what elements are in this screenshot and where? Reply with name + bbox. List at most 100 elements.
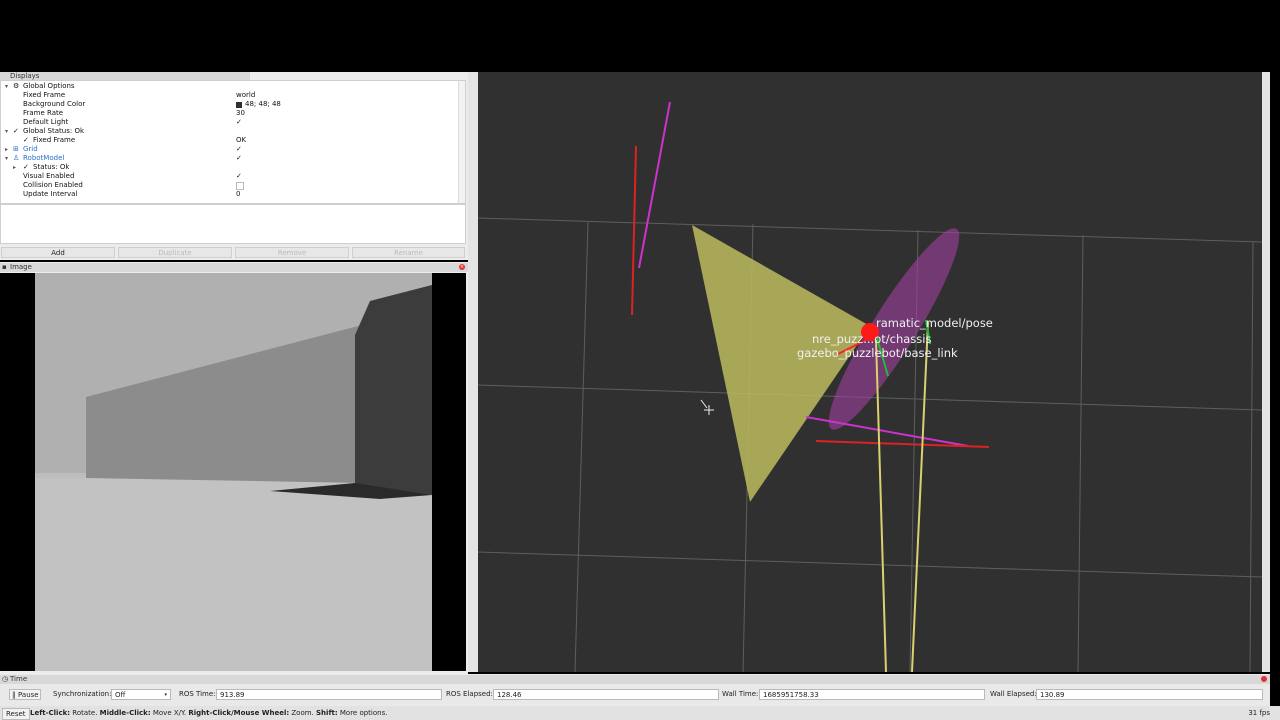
tree-label: Fixed Frame bbox=[33, 136, 76, 144]
tree-row-update-interval[interactable]: Update Interval 0 bbox=[1, 190, 463, 199]
magenta-axis-1 bbox=[638, 101, 671, 269]
image-panel-title: ▪ Image × bbox=[0, 263, 468, 272]
close-icon[interactable]: × bbox=[459, 264, 465, 270]
tree-label: Grid bbox=[23, 145, 38, 153]
displays-title-label: Displays bbox=[10, 72, 40, 80]
ros-elapsed-field[interactable]: 128.46 bbox=[493, 689, 719, 700]
displays-empty-area bbox=[0, 204, 466, 244]
image-title-label: Image bbox=[10, 263, 32, 271]
collapse-arrow-icon[interactable]: ▸ bbox=[5, 145, 8, 154]
chevron-down-icon: ▾ bbox=[164, 692, 167, 698]
3d-viewport[interactable]: ramatic_model/pose nre_puzz...ot/chassis… bbox=[477, 72, 1263, 673]
sync-label: Synchronization: bbox=[53, 690, 112, 698]
mouse-cursor-icon bbox=[700, 399, 714, 415]
tree-row-status-ok[interactable]: ▸ ✓ Status: Ok bbox=[1, 163, 463, 172]
frame-label-pose: ramatic_model/pose bbox=[876, 316, 993, 330]
tree-label: Global Options bbox=[23, 82, 75, 90]
checkbox[interactable]: ✓ bbox=[236, 172, 242, 181]
collapse-arrow-icon[interactable]: ▸ bbox=[13, 163, 16, 172]
time-panel-title: ◷ Time bbox=[0, 675, 1270, 684]
help-text: Left-Click: Rotate. Middle-Click: Move X… bbox=[30, 709, 388, 717]
status-bar: Reset Left-Click: Rotate. Middle-Click: … bbox=[0, 706, 1280, 720]
tree-value[interactable]: 0 bbox=[236, 190, 240, 199]
rename-button[interactable]: Rename bbox=[352, 247, 465, 258]
frame-label-base-link: gazebo_puzzlebot/base_link bbox=[797, 346, 958, 360]
image-panel: ▪ Image × bbox=[0, 262, 468, 674]
tree-value[interactable]: 48; 48; 48 bbox=[245, 100, 281, 109]
camera-scene bbox=[35, 273, 466, 671]
pause-icon: ‖ bbox=[12, 691, 16, 699]
pause-button[interactable]: ‖ Pause bbox=[9, 689, 41, 700]
tree-row-global-status[interactable]: ▾ ✓ Global Status: Ok bbox=[1, 127, 463, 136]
tree-row-frame-rate[interactable]: Frame Rate 30 bbox=[1, 109, 463, 118]
ros-time-label: ROS Time: bbox=[179, 690, 216, 698]
ros-elapsed-label: ROS Elapsed: bbox=[446, 690, 493, 698]
tree-row-fixed-frame-status[interactable]: ✓ Fixed Frame OK bbox=[1, 136, 463, 145]
tree-label: Global Status: Ok bbox=[23, 127, 85, 135]
ros-time-field[interactable]: 913.89 bbox=[216, 689, 442, 700]
tree-row-visual-enabled[interactable]: Visual Enabled ✓ bbox=[1, 172, 463, 181]
red-axis-2 bbox=[815, 440, 990, 448]
globe-icon: ⚙ bbox=[13, 82, 20, 90]
tree-value[interactable]: world bbox=[236, 91, 255, 100]
wall-time-label: Wall Time: bbox=[722, 690, 759, 698]
viewport-right-border bbox=[1262, 72, 1270, 672]
yellow-line-1 bbox=[875, 339, 887, 673]
check-icon: ✓ bbox=[13, 127, 19, 135]
check-icon: ✓ bbox=[23, 136, 29, 144]
check-icon: ✓ bbox=[23, 163, 29, 171]
remove-button[interactable]: Remove bbox=[235, 247, 349, 258]
top-letterbox bbox=[0, 0, 1280, 72]
tree-label: Visual Enabled bbox=[23, 172, 75, 180]
grid-icon: ⊞ bbox=[13, 145, 19, 153]
time-title-label: Time bbox=[10, 675, 28, 683]
close-icon[interactable] bbox=[1261, 676, 1267, 682]
wall-elapsed-field[interactable]: 130.89 bbox=[1036, 689, 1263, 700]
wall-elapsed-label: Wall Elapsed: bbox=[990, 690, 1037, 698]
add-button[interactable]: Add bbox=[1, 247, 115, 258]
tree-value[interactable]: 30 bbox=[236, 109, 245, 118]
expand-arrow-icon[interactable]: ▾ bbox=[5, 154, 8, 163]
displays-panel: Displays ▾ ⚙ Global Options Fixed Frame … bbox=[0, 72, 468, 260]
tree-row-grid[interactable]: ▸ ⊞ Grid ✓ bbox=[1, 145, 463, 154]
tree-label: Update Interval bbox=[23, 190, 78, 198]
tree-scrollbar[interactable] bbox=[458, 81, 465, 203]
tree-value: OK bbox=[236, 136, 247, 144]
displays-tree[interactable]: ▾ ⚙ Global Options Fixed Frame world Bac… bbox=[0, 80, 466, 204]
viewport-scene[interactable]: ramatic_model/pose nre_puzz...ot/chassis… bbox=[477, 72, 1263, 673]
robot-icon: ♙ bbox=[13, 154, 20, 162]
sync-dropdown[interactable]: Off ▾ bbox=[111, 689, 171, 700]
tree-label: Frame Rate bbox=[23, 109, 64, 117]
duplicate-button[interactable]: Duplicate bbox=[118, 247, 232, 258]
reset-button[interactable]: Reset bbox=[2, 708, 30, 720]
frame-label-chassis: nre_puzz...ot/chassis bbox=[812, 332, 931, 346]
checkbox[interactable]: ✓ bbox=[236, 145, 242, 154]
fps-counter: 31 fps bbox=[1248, 709, 1270, 717]
checkbox[interactable]: ✓ bbox=[236, 154, 242, 163]
image-icon: ▪ bbox=[2, 263, 7, 271]
tree-row-collision-enabled[interactable]: Collision Enabled bbox=[1, 181, 463, 190]
yellow-line-2 bbox=[911, 321, 929, 673]
expand-arrow-icon[interactable]: ▾ bbox=[5, 127, 8, 136]
tree-label: Collision Enabled bbox=[23, 181, 83, 189]
tree-row-fixed-frame[interactable]: Fixed Frame world bbox=[1, 91, 463, 100]
wall-time-field[interactable]: 1685951758.33 bbox=[759, 689, 985, 700]
grid-lines bbox=[477, 217, 1263, 673]
camera-frustum bbox=[692, 225, 870, 502]
red-axis-1 bbox=[631, 145, 637, 316]
expand-arrow-icon[interactable]: ▾ bbox=[5, 82, 8, 91]
tree-label: RobotModel bbox=[23, 154, 65, 162]
tree-row-default-light[interactable]: Default Light ✓ bbox=[1, 118, 463, 127]
splitter-handle[interactable] bbox=[468, 72, 478, 672]
tree-label: Fixed Frame bbox=[23, 91, 66, 99]
tree-row-global-options[interactable]: ▾ ⚙ Global Options bbox=[1, 82, 463, 91]
tree-label: Status: Ok bbox=[33, 163, 70, 171]
tree-row-robotmodel[interactable]: ▾ ♙ RobotModel ✓ bbox=[1, 154, 463, 163]
checkbox[interactable] bbox=[236, 182, 244, 190]
checkbox[interactable]: ✓ bbox=[236, 118, 242, 127]
camera-image bbox=[0, 273, 466, 671]
clock-icon: ◷ bbox=[2, 675, 9, 683]
tree-row-background-color[interactable]: Background Color 48; 48; 48 bbox=[1, 100, 463, 109]
tree-label: Background Color bbox=[23, 100, 86, 108]
tree-label: Default Light bbox=[23, 118, 69, 126]
